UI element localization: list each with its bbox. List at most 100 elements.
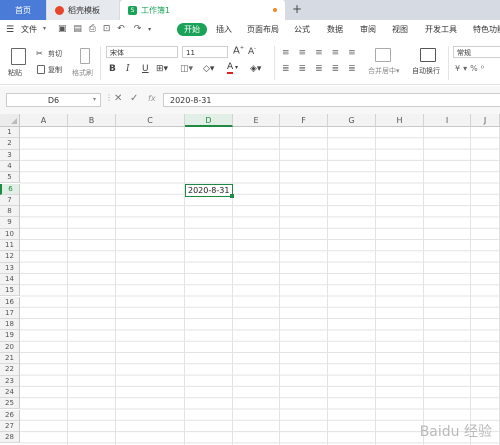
row-header-21[interactable]: 21 — [0, 353, 20, 365]
column-header-c[interactable]: C — [116, 114, 185, 127]
function-icon[interactable]: fx — [148, 94, 156, 103]
number-format-icons[interactable]: ¥▾%⁰ — [455, 64, 487, 73]
row-header-15[interactable]: 15 — [0, 285, 20, 297]
column-header-g[interactable]: G — [328, 114, 376, 127]
menu-formulas[interactable]: 公式 — [294, 24, 310, 35]
row-header-8[interactable]: 8 — [0, 206, 20, 218]
paste-icon[interactable] — [11, 48, 26, 65]
menu-data[interactable]: 数据 — [327, 24, 343, 35]
format-painter-button[interactable]: 格式刷 — [72, 68, 93, 78]
chevron-down-icon[interactable]: ▾ — [43, 25, 46, 32]
merge-center-button[interactable]: 合并居中▾ — [368, 66, 400, 76]
column-header-f[interactable]: F — [280, 114, 328, 127]
row-header-24[interactable]: 24 — [0, 386, 20, 399]
row-header-19[interactable]: 19 — [0, 330, 20, 342]
name-box[interactable]: D6 — [6, 93, 101, 107]
row-header-2[interactable]: 2 — [0, 138, 20, 150]
row-header-17[interactable]: 17 — [0, 307, 20, 320]
column-header-e[interactable]: E — [233, 114, 280, 127]
column-header-i[interactable]: I — [424, 114, 471, 127]
paste-label[interactable]: 粘贴 — [8, 68, 22, 78]
chevron-down-icon[interactable]: ▾ — [235, 64, 238, 71]
menu-review[interactable]: 审阅 — [360, 24, 376, 35]
menu-view[interactable]: 视图 — [392, 24, 408, 35]
number-format-select[interactable]: 常规 — [453, 46, 500, 58]
scissors-icon[interactable]: ✂ — [36, 49, 43, 58]
alignment-row2-icons[interactable]: ≣≣≣≣≣ — [282, 64, 365, 74]
print-preview-icon[interactable]: ⊡ — [103, 24, 111, 34]
column-header-j[interactable]: J — [471, 114, 500, 127]
menu-file[interactable]: 文件 — [21, 24, 37, 35]
cancel-icon[interactable]: ✕ — [114, 93, 122, 104]
merge-center-icon[interactable] — [375, 48, 391, 62]
confirm-icon[interactable]: ✓ — [130, 93, 138, 104]
copy-button[interactable]: 复制 — [48, 65, 62, 75]
redo-icon[interactable]: ↷ — [134, 24, 142, 34]
tab-workbook[interactable]: S 工作簿1 — [120, 0, 285, 20]
row-header-4[interactable]: 4 — [0, 160, 20, 173]
decrease-font-icon[interactable]: A- — [248, 46, 256, 57]
row-header-14[interactable]: 14 — [0, 273, 20, 286]
row-header-11[interactable]: 11 — [0, 240, 20, 252]
fill-handle[interactable] — [230, 194, 234, 198]
font-color-icon[interactable]: A — [227, 63, 234, 74]
row-header-23[interactable]: 23 — [0, 375, 20, 387]
column-header-h[interactable]: H — [376, 114, 424, 127]
save-icon[interactable]: ▣ — [58, 24, 67, 34]
format-painter-icon[interactable] — [80, 48, 90, 64]
row-header-7[interactable]: 7 — [0, 194, 20, 207]
undo-icon[interactable]: ↶ — [117, 24, 125, 34]
menu-insert[interactable]: 插入 — [216, 24, 232, 35]
row-header-3[interactable]: 3 — [0, 149, 20, 161]
active-cell[interactable]: 2020-8-31 — [185, 184, 233, 197]
paint-bucket-icon[interactable]: ◇▾ — [203, 64, 214, 74]
row-header-12[interactable]: 12 — [0, 251, 20, 263]
ribbon-divider — [448, 46, 449, 80]
row-header-1[interactable]: 1 — [0, 127, 20, 139]
italic-button[interactable]: I — [126, 64, 130, 74]
fill-color-icon[interactable]: ◫▾ — [180, 64, 193, 74]
row-header-5[interactable]: 5 — [0, 172, 20, 184]
select-all-corner[interactable] — [0, 114, 20, 127]
menu-developer[interactable]: 开发工具 — [425, 24, 457, 35]
chevron-down-icon[interactable]: ▾ — [148, 26, 151, 33]
alignment-icons[interactable]: ≡≡≡≡≡ — [282, 48, 365, 58]
wrap-text-icon[interactable] — [420, 48, 436, 62]
cut-button[interactable]: 剪切 — [48, 49, 62, 59]
row-header-26[interactable]: 26 — [0, 409, 20, 421]
menu-page-layout[interactable]: 页面布局 — [247, 24, 279, 35]
row-header-13[interactable]: 13 — [0, 262, 20, 274]
menu-special-features[interactable]: 特色功能 — [473, 24, 500, 35]
hamburger-icon[interactable]: ☰ — [6, 25, 14, 35]
row-header-18[interactable]: 18 — [0, 319, 20, 331]
row-header-25[interactable]: 25 — [0, 398, 20, 410]
clear-format-icon[interactable]: ◈▾ — [250, 64, 261, 74]
column-header-b[interactable]: B — [68, 114, 116, 127]
column-header-a[interactable]: A — [20, 114, 68, 127]
bold-button[interactable]: B — [109, 64, 116, 74]
row-header-16[interactable]: 16 — [0, 296, 20, 308]
row-header-10[interactable]: 10 — [0, 228, 20, 240]
row-header-6[interactable]: 6 — [0, 183, 20, 195]
font-size-select[interactable]: 11 — [182, 46, 228, 58]
menu-start[interactable]: 开始 — [177, 23, 207, 36]
row-header-9[interactable]: 9 — [0, 217, 20, 229]
tab-docer[interactable]: 稻壳模板 — [47, 0, 119, 20]
font-name-select[interactable]: 宋体 — [106, 46, 178, 58]
wrap-text-button[interactable]: 自动换行 — [412, 66, 440, 76]
print-icon[interactable]: ⎙ — [89, 24, 96, 34]
formula-input[interactable]: 2020-8-31 — [163, 93, 500, 107]
border-icon[interactable]: ⊞▾ — [156, 64, 168, 74]
row-header-27[interactable]: 27 — [0, 420, 20, 433]
column-header-d[interactable]: D — [185, 114, 233, 127]
increase-font-icon[interactable]: A+ — [233, 45, 244, 56]
tab-home[interactable]: 首页 — [0, 0, 46, 20]
row-header-22[interactable]: 22 — [0, 364, 20, 376]
row-header-20[interactable]: 20 — [0, 341, 20, 353]
chevron-down-icon[interactable]: ▾ — [93, 96, 96, 103]
underline-button[interactable]: U — [142, 64, 149, 74]
export-pdf-icon[interactable]: ▤ — [73, 24, 82, 34]
new-tab-button[interactable]: + — [292, 2, 302, 16]
copy-icon[interactable] — [37, 65, 45, 74]
row-header-28[interactable]: 28 — [0, 432, 20, 444]
